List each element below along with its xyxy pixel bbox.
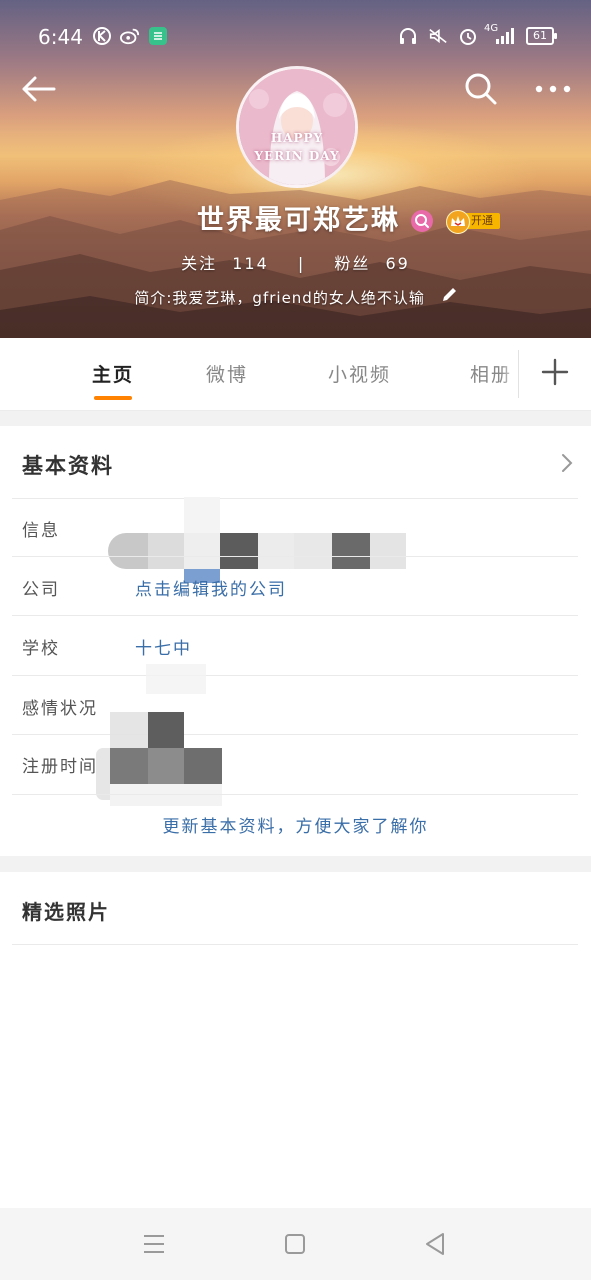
mute-icon (429, 28, 447, 44)
bio-text: 简介:我爱艺琳，gfriend的女人绝不认输 (134, 289, 425, 307)
follow-label[interactable]: 关注 (181, 250, 217, 274)
active-tab-indicator (94, 396, 132, 400)
school-row-value[interactable]: 十七中 (135, 634, 192, 659)
relationship-row-label: 感情状况 (22, 699, 98, 719)
signal-icon (496, 28, 514, 44)
tab-divider (518, 350, 519, 398)
tab-weibo[interactable]: 微博 (206, 360, 248, 387)
arrow-left-icon[interactable] (20, 74, 56, 104)
weibo-icon (120, 28, 140, 45)
info-row-label: 信息 (22, 521, 60, 541)
headphones-icon (400, 28, 416, 44)
basic-info-title[interactable]: 基本资料 (22, 450, 114, 480)
chevron-right-icon[interactable] (560, 452, 574, 474)
divider (12, 615, 578, 616)
tab-fade (500, 338, 520, 410)
battery-indicator: 61 (526, 27, 557, 45)
section-gap (0, 411, 591, 426)
status-time: 6:44 (38, 25, 83, 49)
redaction-mosaic (96, 664, 276, 810)
divider (12, 794, 578, 795)
stats-divider: | (297, 254, 306, 273)
vip-badge[interactable]: 开通 (446, 210, 502, 234)
more-dots-icon[interactable] (534, 84, 572, 94)
school-row-label: 学校 (22, 639, 60, 659)
profile-bio[interactable]: 简介:我爱艺琳，gfriend的女人绝不认输 (0, 287, 591, 308)
search-badge-icon[interactable] (411, 210, 433, 232)
avatar[interactable]: HAPPY YERIN DAY (236, 66, 358, 188)
crown-icon (446, 210, 470, 234)
divider (12, 944, 578, 945)
register-time-row-label: 注册时间 (22, 757, 98, 777)
fans-count[interactable]: 69 (385, 254, 409, 273)
plus-icon[interactable] (540, 357, 570, 387)
menu-icon[interactable] (143, 1234, 165, 1254)
back-triangle-icon[interactable] (424, 1232, 446, 1256)
divider (12, 556, 578, 557)
search-icon[interactable] (464, 72, 498, 106)
alarm-icon (460, 29, 476, 45)
follow-count[interactable]: 114 (232, 254, 269, 273)
section-gap (0, 856, 591, 872)
redaction-mosaic (108, 497, 408, 583)
profile-tabs: 主页 微博 小视频 相册 (0, 338, 591, 411)
featured-photos-title[interactable]: 精选照片 (22, 896, 110, 925)
app-notification-icon (149, 27, 167, 45)
k-app-icon (93, 27, 111, 45)
tab-home[interactable]: 主页 (92, 360, 134, 387)
avatar-image (239, 69, 355, 185)
system-navigation-bar (0, 1208, 591, 1280)
home-square-icon[interactable] (284, 1233, 306, 1255)
status-bar: 6:44 4G 61 (0, 18, 591, 58)
pencil-icon[interactable] (441, 287, 457, 303)
profile-username: 世界最可郑艺琳 (197, 205, 400, 236)
company-row-label: 公司 (22, 580, 60, 600)
company-row-value[interactable]: 点击编辑我的公司 (135, 575, 287, 600)
update-profile-link[interactable]: 更新基本资料，方便大家了解你 (0, 812, 591, 837)
avatar-caption-line1: HAPPY (270, 131, 324, 145)
follow-stats: 关注 114 | 粉丝 69 (0, 250, 591, 274)
tab-short-video[interactable]: 小视频 (328, 360, 391, 387)
fans-label[interactable]: 粉丝 (334, 250, 370, 274)
avatar-caption-line2: YERIN DAY (254, 149, 340, 163)
